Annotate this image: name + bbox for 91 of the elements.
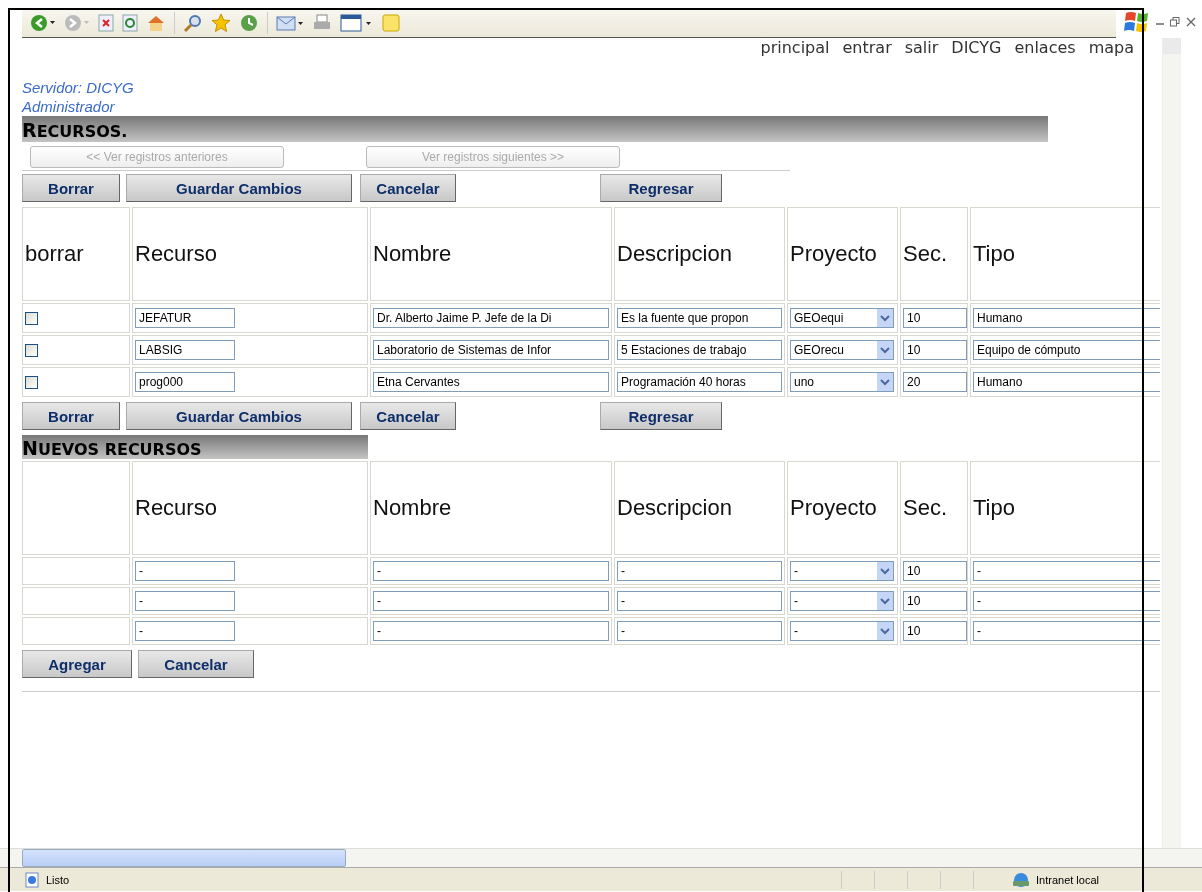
caret-icon[interactable] xyxy=(877,373,893,391)
vertical-scrollbar[interactable] xyxy=(1162,38,1181,848)
descripcion-field[interactable]: Programación 40 horas xyxy=(617,372,782,392)
row-checkbox[interactable] xyxy=(25,375,38,389)
row-checkbox[interactable] xyxy=(25,343,38,357)
caret-icon[interactable] xyxy=(877,309,893,327)
nav-link[interactable]: mapa xyxy=(1088,38,1134,60)
proyecto-dropdown[interactable]: GEOrecu xyxy=(790,340,894,360)
close-icon[interactable] xyxy=(1186,17,1196,27)
form-button[interactable]: Cancelar xyxy=(360,174,456,202)
forward-icon[interactable] xyxy=(64,12,90,33)
page-icon xyxy=(24,871,40,888)
column-header: borrar xyxy=(22,207,130,301)
sec-field[interactable]: 10 xyxy=(903,340,967,360)
tipo-field[interactable]: Humano xyxy=(973,372,1160,392)
nav-link[interactable]: enlaces xyxy=(1014,38,1076,60)
form-button[interactable]: Cancelar xyxy=(360,402,456,430)
restore-icon[interactable] xyxy=(1170,17,1180,27)
sec-field[interactable]: 10 xyxy=(903,308,967,328)
caret-icon[interactable] xyxy=(877,622,893,640)
search-icon[interactable] xyxy=(183,12,203,33)
caret-icon[interactable] xyxy=(877,592,893,610)
descripcion-field[interactable]: - xyxy=(617,591,782,611)
windows-logo-icon xyxy=(1124,10,1150,34)
column-header: Recurso xyxy=(132,207,368,301)
column-header: Descripcion xyxy=(614,207,785,301)
tipo-field[interactable]: Equipo de cómputo xyxy=(973,340,1160,360)
zone-text: Intranet local xyxy=(1036,873,1100,886)
nav-link[interactable]: entrar xyxy=(842,38,892,60)
nombre-field[interactable]: - xyxy=(373,561,609,581)
proyecto-dropdown[interactable]: - xyxy=(790,591,894,611)
nombre-field[interactable]: Etna Cervantes xyxy=(373,372,609,392)
caret-icon[interactable] xyxy=(877,341,893,359)
form-button[interactable]: Borrar xyxy=(22,174,120,202)
sec-field[interactable]: 20 xyxy=(903,372,967,392)
recurso-field[interactable]: - xyxy=(135,561,235,581)
row-checkbox[interactable] xyxy=(25,311,38,325)
form-button[interactable]: Borrar xyxy=(22,402,120,430)
proyecto-dropdown[interactable]: - xyxy=(790,561,894,581)
recurso-field[interactable]: JEFATUR xyxy=(135,308,235,328)
proyecto-dropdown[interactable]: uno xyxy=(790,372,894,392)
back-icon[interactable] xyxy=(30,12,56,33)
recurso-field[interactable]: - xyxy=(135,591,235,611)
nav-link[interactable]: salir xyxy=(904,38,939,60)
horizontal-scrollbar[interactable] xyxy=(0,848,1202,867)
column-header: Recurso xyxy=(132,461,368,555)
column-header: Nombre xyxy=(370,207,612,301)
proyecto-dropdown[interactable]: - xyxy=(790,621,894,641)
section-title: NUEVOS RECURSOS xyxy=(22,435,368,459)
role-label: Administrador xyxy=(22,97,116,116)
recurso-field[interactable]: - xyxy=(135,621,235,641)
column-header: Sec. xyxy=(900,207,968,301)
tipo-field[interactable]: Humano xyxy=(973,308,1160,328)
sec-field[interactable]: 10 xyxy=(903,561,967,581)
nombre-field[interactable]: Dr. Alberto Jaime P. Jefe de la Di xyxy=(373,308,609,328)
nombre-field[interactable]: - xyxy=(373,621,609,641)
descripcion-field[interactable]: - xyxy=(617,621,782,641)
tipo-field[interactable]: - xyxy=(973,621,1160,641)
column-header: Proyecto xyxy=(787,461,898,555)
section-title: RECURSOS. xyxy=(22,116,1048,142)
nombre-field[interactable]: Laboratorio de Sistemas de Infor xyxy=(373,340,609,360)
nombre-field[interactable]: - xyxy=(373,591,609,611)
column-header: Descripcion xyxy=(614,461,785,555)
tipo-field[interactable]: - xyxy=(973,591,1160,611)
proyecto-dropdown[interactable]: GEOequi xyxy=(790,308,894,328)
sec-field[interactable]: 10 xyxy=(903,621,967,641)
form-button[interactable]: Regresar xyxy=(600,174,722,202)
form-button[interactable]: Agregar xyxy=(22,650,132,678)
server-label: Servidor: DICYG xyxy=(22,78,135,97)
tipo-field[interactable]: - xyxy=(973,561,1160,581)
sec-field[interactable]: 10 xyxy=(903,591,967,611)
nav-link[interactable]: principal xyxy=(760,38,830,60)
descripcion-field[interactable]: Es la fuente que propon xyxy=(617,308,782,328)
history-icon[interactable] xyxy=(239,12,259,33)
descripcion-field[interactable]: 5 Estaciones de trabajo xyxy=(617,340,782,360)
status-text: Listo xyxy=(46,873,70,886)
caret-icon[interactable] xyxy=(877,562,893,580)
form-button[interactable]: Guardar Cambios xyxy=(126,174,352,202)
home-icon[interactable] xyxy=(146,13,166,32)
column-header: Proyecto xyxy=(787,207,898,301)
recurso-field[interactable]: LABSIG xyxy=(135,340,235,360)
column-header: Nombre xyxy=(370,461,612,555)
nav-link[interactable]: DICYG xyxy=(951,38,1002,60)
column-header: Sec. xyxy=(900,461,968,555)
stop-icon[interactable] xyxy=(98,13,114,32)
form-button[interactable]: Cancelar xyxy=(138,650,254,678)
descripcion-field[interactable]: - xyxy=(617,561,782,581)
star-icon[interactable] xyxy=(211,12,231,33)
form-button[interactable]: Regresar xyxy=(600,402,722,430)
form-button[interactable]: Guardar Cambios xyxy=(126,402,352,430)
recurso-field[interactable]: prog000 xyxy=(135,372,235,392)
